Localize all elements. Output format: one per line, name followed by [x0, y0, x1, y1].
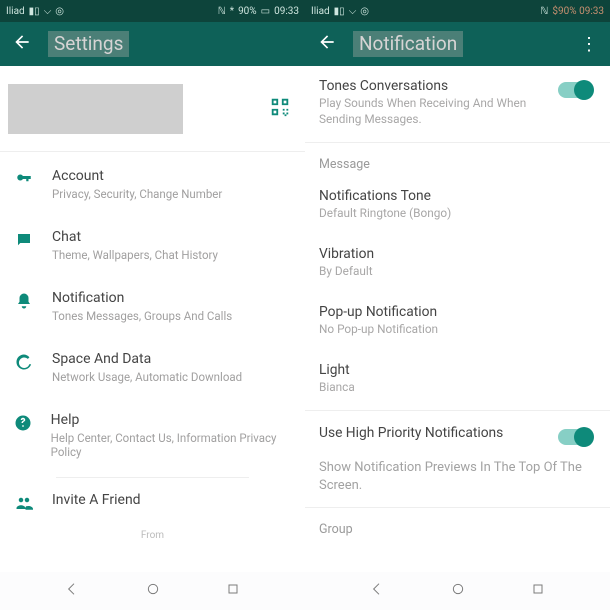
- sidebar-item-chat[interactable]: Chat Theme, Wallpapers, Chat History: [0, 215, 305, 276]
- row-title: Use High Priority Notifications: [319, 425, 558, 441]
- item-title: Help: [51, 412, 293, 428]
- wifi-icon: ⌵: [44, 6, 52, 17]
- from-label: From: [0, 526, 305, 543]
- item-sub: Network Usage, Automatic Download: [52, 370, 242, 384]
- camera-icon: ◎: [55, 6, 64, 17]
- profile-row[interactable]: [0, 66, 305, 152]
- nfc-icon: ℕ: [218, 6, 226, 17]
- bell-icon: [14, 290, 34, 310]
- row-vibration[interactable]: Vibration By Default: [305, 234, 610, 292]
- nav-back-icon[interactable]: [64, 581, 80, 601]
- chat-icon: [14, 229, 34, 249]
- back-button[interactable]: [317, 32, 337, 56]
- row-sub: Show Notification Previews In The Top Of…: [305, 457, 610, 505]
- divider: [305, 142, 610, 143]
- item-sub: Theme, Wallpapers, Chat History: [52, 248, 218, 262]
- key-icon: [14, 168, 34, 188]
- battery-icon: ▭: [261, 6, 270, 17]
- toggle-switch[interactable]: [558, 82, 592, 98]
- nav-recent-icon[interactable]: [225, 581, 241, 601]
- carrier-label: Iliad: [311, 6, 330, 17]
- section-group: Group: [305, 510, 610, 541]
- signal-icon: ▮▯: [334, 6, 345, 17]
- item-title: Space And Data: [52, 351, 242, 367]
- bluetooth-icon: *: [230, 6, 234, 17]
- row-sub: By Default: [319, 264, 596, 280]
- row-sub: No Pop-up Notification: [319, 322, 596, 338]
- row-light[interactable]: Light Bianca: [305, 350, 610, 408]
- people-icon: [14, 492, 34, 512]
- sidebar-item-account[interactable]: Account Privacy, Security, Change Number: [0, 154, 305, 215]
- divider: [305, 507, 610, 508]
- nav-back-icon[interactable]: [369, 581, 385, 601]
- section-message: Message: [305, 145, 610, 176]
- item-title: Notification: [52, 290, 232, 306]
- notification-list: Tones Conversations Play Sounds When Rec…: [305, 66, 610, 541]
- app-bar: Notification ⋮: [305, 22, 610, 66]
- signal-icon: ▮▯: [29, 6, 40, 17]
- page-title: Settings: [48, 31, 129, 57]
- camera-icon: ◎: [360, 6, 369, 17]
- carrier-label: Iliad: [6, 6, 25, 17]
- row-sub: Play Sounds When Receiving And When Send…: [319, 96, 558, 128]
- row-popup[interactable]: Pop-up Notification No Pop-up Notificati…: [305, 292, 610, 350]
- nav-home-icon[interactable]: [450, 581, 466, 601]
- wifi-icon: ⌵: [349, 6, 357, 17]
- item-sub: Tones Messages, Groups And Calls: [52, 309, 232, 323]
- data-usage-icon: [14, 351, 34, 371]
- item-sub: Privacy, Security, Change Number: [52, 187, 222, 201]
- item-sub: Help Center, Contact Us, Information Pri…: [51, 431, 293, 459]
- sidebar-item-notification[interactable]: Notification Tones Messages, Groups And C…: [0, 276, 305, 337]
- back-button[interactable]: [12, 32, 32, 56]
- row-title: Tones Conversations: [319, 78, 558, 94]
- row-title: Notifications Tone: [319, 188, 596, 204]
- help-icon: [14, 412, 33, 432]
- row-sub: Bianca: [319, 380, 596, 396]
- status-bar: Iliad ▮▯ ⌵ ◎ ℕ $90% 09:33: [305, 0, 610, 22]
- row-high-priority[interactable]: Use High Priority Notifications: [305, 413, 610, 457]
- qr-icon[interactable]: [269, 96, 291, 122]
- clock: 09:33: [274, 6, 299, 17]
- nfc-icon: ℕ: [540, 6, 548, 17]
- row-tones-conversations[interactable]: Tones Conversations Play Sounds When Rec…: [305, 66, 610, 140]
- sidebar-item-data[interactable]: Space And Data Network Usage, Automatic D…: [0, 337, 305, 398]
- page-title: Notification: [353, 31, 463, 57]
- item-title: Invite A Friend: [52, 492, 141, 508]
- settings-list: AccountPrivacy, Security, Change Number …: [0, 152, 305, 543]
- row-title: Vibration: [319, 246, 596, 262]
- battery-pct: 90%: [238, 6, 257, 17]
- divider: [305, 410, 610, 411]
- avatar: [8, 84, 183, 134]
- row-notification-tone[interactable]: Notifications Tone Default Ringtone (Bon…: [305, 176, 610, 234]
- nav-recent-icon[interactable]: [530, 581, 546, 601]
- android-nav-bar: [0, 572, 610, 610]
- row-title: Pop-up Notification: [319, 304, 596, 320]
- status-bar: Iliad ▮▯ ⌵ ◎ ℕ * 90% ▭ 09:33: [0, 0, 305, 22]
- item-title: Chat: [52, 229, 218, 245]
- sidebar-item-help[interactable]: Help Help Center, Contact Us, Information…: [0, 398, 305, 473]
- battery-time: $90% 09:33: [552, 6, 604, 17]
- nav-home-icon[interactable]: [145, 581, 161, 601]
- sidebar-item-invite[interactable]: Invite A Friend: [0, 478, 305, 526]
- app-bar: Settings: [0, 22, 305, 66]
- toggle-switch[interactable]: [558, 429, 592, 445]
- item-title: Account: [52, 168, 222, 184]
- overflow-menu-icon[interactable]: ⋮: [580, 34, 598, 55]
- row-title: Light: [319, 362, 596, 378]
- row-sub: Default Ringtone (Bongo): [319, 206, 596, 222]
